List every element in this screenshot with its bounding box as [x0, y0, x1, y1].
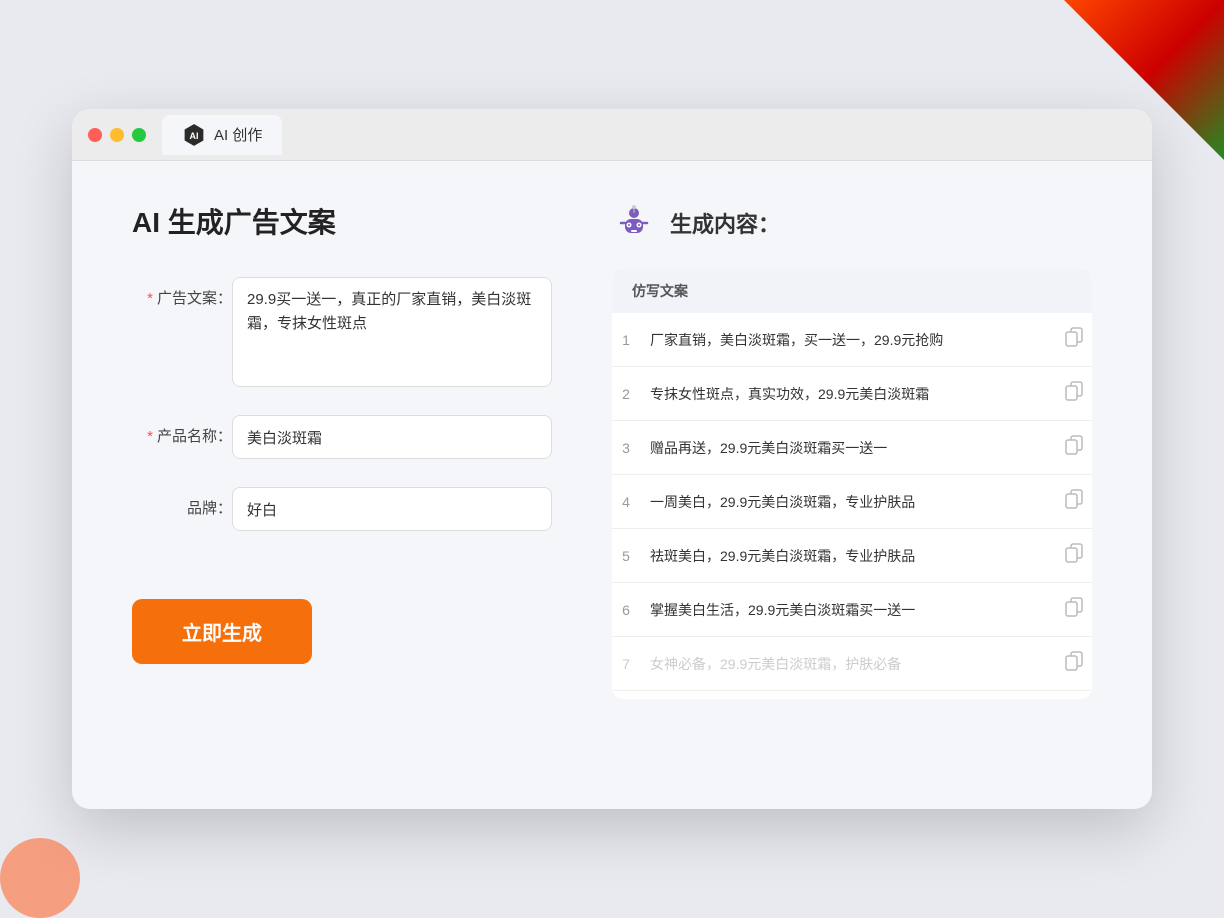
ad-copy-input[interactable]	[232, 277, 552, 387]
row-number: 1	[612, 313, 640, 367]
result-row: 1厂家直销，美白淡斑霜，买一送一，29.9元抢购	[612, 313, 1092, 367]
product-name-group: *产品名称：	[132, 415, 552, 459]
generate-button[interactable]: 立即生成	[132, 599, 312, 664]
row-text: 掌握美白生活，29.9元美白淡斑霜买一送一	[640, 583, 1043, 637]
ad-copy-required: *	[147, 290, 153, 307]
result-header: 生成内容：	[612, 201, 1092, 245]
brand-input[interactable]	[232, 487, 552, 531]
result-row: 6掌握美白生活，29.9元美白淡斑霜买一送一	[612, 583, 1092, 637]
right-panel: 生成内容： 仿写文案 1厂家直销，美白淡斑霜，买一送一，29.9元抢购 2专抹女…	[612, 201, 1092, 769]
result-table: 1厂家直销，美白淡斑霜，买一送一，29.9元抢购 2专抹女性斑点，真实功效，29…	[612, 313, 1092, 691]
robot-icon	[612, 201, 656, 245]
product-name-label: *产品名称：	[132, 415, 232, 446]
svg-text:AI: AI	[190, 130, 199, 140]
minimize-button[interactable]	[110, 128, 124, 142]
maximize-button[interactable]	[132, 128, 146, 142]
copy-icon[interactable]	[1064, 381, 1084, 401]
row-text: 专抹女性斑点，真实功效，29.9元美白淡斑霜	[640, 367, 1043, 421]
product-name-required: *	[147, 428, 153, 445]
row-text: 祛斑美白，29.9元美白淡斑霜，专业护肤品	[640, 529, 1043, 583]
row-number: 5	[612, 529, 640, 583]
brand-group: 品牌：	[132, 487, 552, 531]
window-controls	[88, 128, 146, 142]
decorative-circle	[0, 838, 80, 918]
title-bar: AI AI 创作	[72, 109, 1152, 161]
row-number: 7	[612, 637, 640, 691]
result-panel: 仿写文案 1厂家直销，美白淡斑霜，买一送一，29.9元抢购 2专抹女性斑点，真实…	[612, 269, 1092, 699]
result-column-header: 仿写文案	[612, 269, 1092, 313]
result-row: 4一周美白，29.9元美白淡斑霜，专业护肤品	[612, 475, 1092, 529]
ad-copy-label: *广告文案：	[132, 277, 232, 308]
result-row: 2专抹女性斑点，真实功效，29.9元美白淡斑霜	[612, 367, 1092, 421]
row-number: 6	[612, 583, 640, 637]
ad-copy-group: *广告文案：	[132, 277, 552, 387]
result-row: 3赠品再送，29.9元美白淡斑霜买一送一	[612, 421, 1092, 475]
brand-label: 品牌：	[132, 487, 232, 518]
result-title: 生成内容：	[670, 207, 780, 239]
main-content: AI 生成广告文案 *广告文案： *产品名称： 品牌： 立	[72, 161, 1152, 809]
ai-tab-icon: AI	[182, 123, 206, 147]
row-text: 女神必备，29.9元美白淡斑霜，护肤必备	[640, 637, 1043, 691]
row-text: 一周美白，29.9元美白淡斑霜，专业护肤品	[640, 475, 1043, 529]
copy-icon[interactable]	[1064, 327, 1084, 347]
row-number: 4	[612, 475, 640, 529]
close-button[interactable]	[88, 128, 102, 142]
row-text: 厂家直销，美白淡斑霜，买一送一，29.9元抢购	[640, 313, 1043, 367]
row-text: 赠品再送，29.9元美白淡斑霜买一送一	[640, 421, 1043, 475]
copy-icon[interactable]	[1064, 489, 1084, 509]
copy-icon[interactable]	[1064, 651, 1084, 671]
page-title: AI 生成广告文案	[132, 201, 552, 241]
left-panel: AI 生成广告文案 *广告文案： *产品名称： 品牌： 立	[132, 201, 552, 769]
browser-window: AI AI 创作 AI 生成广告文案 *广告文案： *产品名称：	[72, 109, 1152, 809]
row-number: 2	[612, 367, 640, 421]
copy-icon[interactable]	[1064, 543, 1084, 563]
copy-icon[interactable]	[1064, 597, 1084, 617]
tab-ai-creation[interactable]: AI AI 创作	[162, 115, 282, 155]
row-number: 3	[612, 421, 640, 475]
product-name-input[interactable]	[232, 415, 552, 459]
copy-icon[interactable]	[1064, 435, 1084, 455]
tab-label: AI 创作	[214, 124, 262, 145]
result-row: 5祛斑美白，29.9元美白淡斑霜，专业护肤品	[612, 529, 1092, 583]
result-row: 7女神必备，29.9元美白淡斑霜，护肤必备	[612, 637, 1092, 691]
